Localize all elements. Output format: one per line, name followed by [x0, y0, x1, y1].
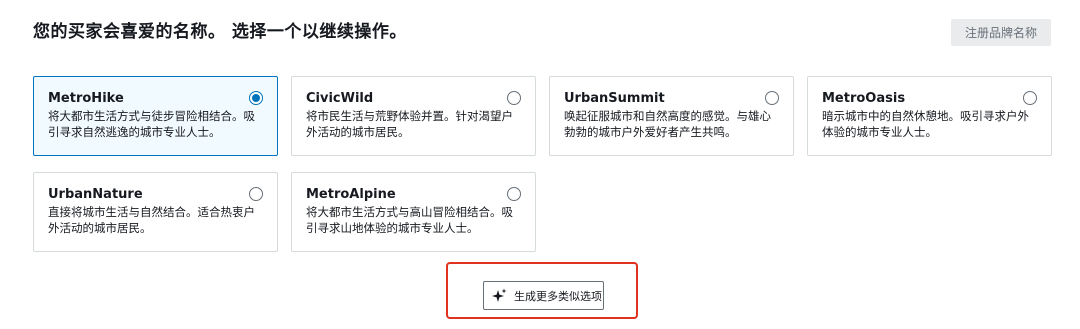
- option-radio[interactable]: [765, 91, 779, 105]
- option-description: 唤起征服城市和自然高度的感觉。与雄心勃勃的城市户外爱好者产生共鸣。: [564, 109, 771, 139]
- sparkle-icon: [490, 287, 508, 305]
- generate-button-label: 生成更多类似选项: [514, 290, 602, 303]
- option-card-urbansummit[interactable]: UrbanSummit 唤起征服城市和自然高度的感觉。与雄心勃勃的城市户外爱好者…: [549, 76, 794, 156]
- option-card-metroalpine[interactable]: MetroAlpine 将大都市生活方式与高山冒险相结合。吸引寻求山地体验的城市…: [291, 172, 536, 252]
- option-title: MetroOasis: [822, 91, 906, 106]
- generate-more-options-button[interactable]: 生成更多类似选项: [483, 281, 604, 310]
- option-description: 将大都市生活方式与徒步冒险相结合。吸引寻求自然逃逸的城市专业人士。: [48, 109, 255, 139]
- option-description: 将大都市生活方式与高山冒险相结合。吸引寻求山地体验的城市专业人士。: [306, 205, 513, 235]
- page-title: 您的买家会喜爱的名称。 选择一个以继续操作。: [33, 22, 407, 42]
- option-radio[interactable]: [507, 91, 521, 105]
- option-radio[interactable]: [1023, 91, 1037, 105]
- option-title: UrbanSummit: [564, 91, 665, 106]
- option-radio[interactable]: [249, 187, 263, 201]
- option-card-metrohike[interactable]: MetroHike 将大都市生活方式与徒步冒险相结合。吸引寻求自然逃逸的城市专业…: [33, 76, 278, 156]
- option-radio-selected[interactable]: [249, 91, 263, 105]
- option-card-urbannature[interactable]: UrbanNature 直接将城市生活与自然结合。适合热衷户外活动的城市居民。: [33, 172, 278, 252]
- option-radio[interactable]: [507, 187, 521, 201]
- option-description: 直接将城市生活与自然结合。适合热衷户外活动的城市居民。: [48, 205, 255, 235]
- option-title: CivicWild: [306, 91, 374, 106]
- option-title: UrbanNature: [48, 187, 143, 202]
- option-card-civicwild[interactable]: CivicWild 将市民生活与荒野体验并置。针对渴望户外活动的城市居民。: [291, 76, 536, 156]
- register-brand-name-button[interactable]: 注册品牌名称: [951, 19, 1051, 46]
- option-card-metrooasis[interactable]: MetroOasis 暗示城市中的自然休憩地。吸引寻求户外体验的城市专业人士。: [807, 76, 1052, 156]
- option-title: MetroHike: [48, 91, 124, 106]
- option-title: MetroAlpine: [306, 187, 396, 202]
- option-description: 暗示城市中的自然休憩地。吸引寻求户外体验的城市专业人士。: [822, 109, 1029, 139]
- option-description: 将市民生活与荒野体验并置。针对渴望户外活动的城市居民。: [306, 109, 513, 139]
